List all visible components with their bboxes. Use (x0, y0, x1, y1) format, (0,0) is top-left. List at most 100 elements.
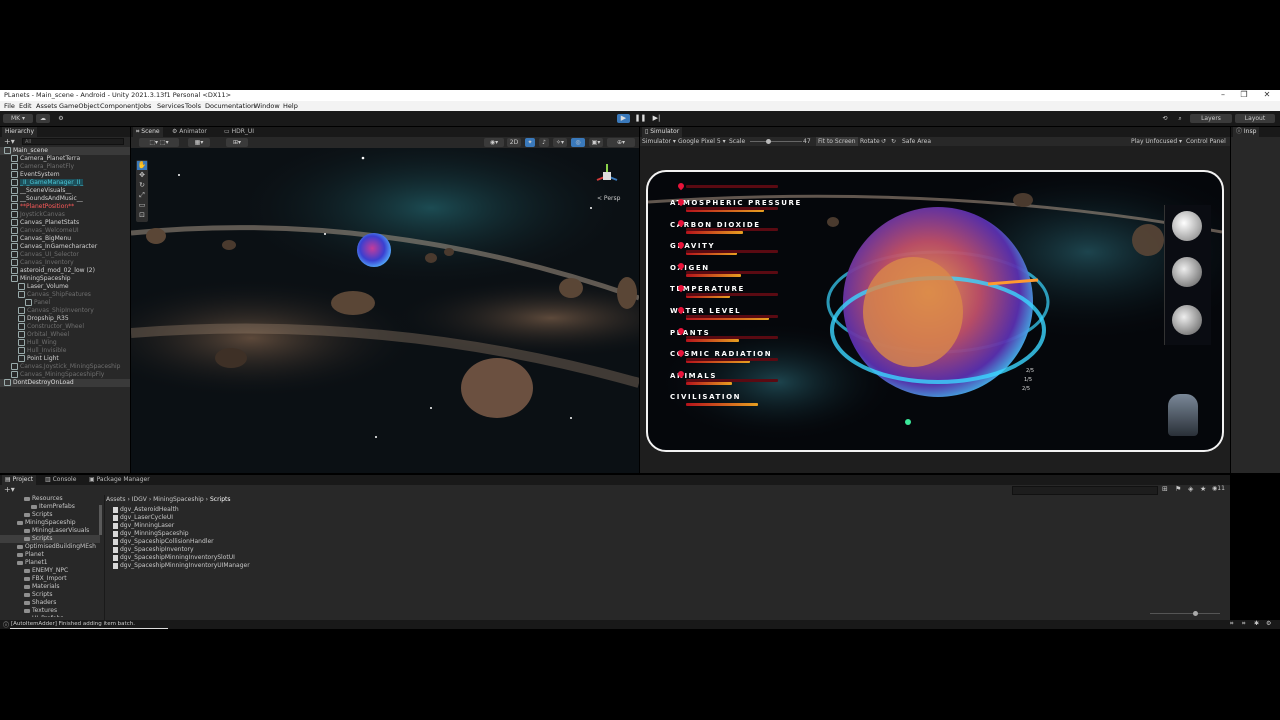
status-message[interactable]: [AutoItemAdder] Finished adding item bat… (11, 621, 135, 627)
hierarchy-item[interactable]: Panel (0, 299, 130, 307)
scale-slider-handle[interactable] (766, 139, 771, 144)
tab-inspector[interactable]: ⓘ Insp (1233, 127, 1260, 137)
hierarchy-item[interactable]: Canvas_UI_Selector (0, 251, 130, 259)
hierarchy-item[interactable]: MiningSpaceship (0, 275, 130, 283)
audio-toggle-icon[interactable]: ♪ (539, 138, 549, 147)
grid-snap-button[interactable]: ▦▾ (188, 138, 210, 147)
pause-button[interactable]: ❚❚ (634, 114, 647, 123)
projection-label[interactable]: < Persp (597, 195, 620, 202)
rect-tool-icon[interactable]: ▭ (137, 201, 147, 210)
project-folder[interactable]: Resources (0, 495, 100, 503)
project-folder[interactable]: MiningLaserVisuals (0, 527, 100, 535)
asteroid-large[interactable] (461, 358, 533, 418)
tab-console[interactable]: ▥ Console (42, 475, 79, 485)
hierarchy-item[interactable]: __SoundsAndMusic__ (0, 195, 130, 203)
project-folder[interactable]: FBX_Import (0, 575, 100, 583)
cloud-icon[interactable]: ☁ (36, 114, 50, 123)
project-search-input[interactable] (1012, 486, 1158, 495)
project-folder[interactable]: OptimisedBuildingMEsh (0, 543, 100, 551)
rotate-tool-icon[interactable]: ↻ (137, 181, 147, 190)
project-folder[interactable]: Textures (0, 607, 100, 615)
account-dropdown[interactable]: MK ▾ (3, 114, 33, 123)
breadcrumb-idgv[interactable]: IDGV (132, 496, 147, 503)
icon-size-slider[interactable] (1150, 613, 1220, 614)
hierarchy-item[interactable]: Hull_Wing (0, 339, 130, 347)
hierarchy-item[interactable]: Canvas_MiningSpaceshipFly (0, 371, 130, 379)
scale-tool-icon[interactable]: ⤢ (137, 191, 147, 200)
script-file[interactable]: dgv_AsteroidHealth (113, 506, 179, 514)
hierarchy-item[interactable]: Laser_Volume (0, 283, 130, 291)
project-folder[interactable]: Scripts (0, 511, 100, 519)
script-file[interactable]: dgv_SpaceshipMinningInventoryUIManager (113, 562, 250, 570)
hierarchy-item[interactable]: Canvas_BigMenu (0, 235, 130, 243)
hierarchy-item[interactable]: Canvas.Joystick_MiningSpaceship (0, 363, 130, 371)
cache-icon[interactable]: ⌗ (1230, 620, 1233, 628)
layout-dropdown[interactable]: Layout (1235, 114, 1275, 123)
shading-mode-button[interactable]: ◉▾ (484, 138, 504, 147)
project-folder[interactable]: Scripts (0, 535, 100, 543)
lighting-toggle-icon[interactable]: ✦ (525, 138, 535, 147)
move-tool-icon[interactable]: ✥ (137, 171, 147, 180)
hierarchy-item[interactable]: **PlanetPosition** (0, 203, 130, 211)
tab-simulator[interactable]: ▯ Simulator (642, 127, 683, 137)
project-folder[interactable]: Scripts (0, 591, 100, 599)
asteroid-slot-3[interactable] (1172, 305, 1202, 335)
fit-to-screen-button[interactable]: Fit to Screen (816, 137, 858, 146)
increment-snap-button[interactable]: ⊞▾ (226, 138, 248, 147)
menu-documentation[interactable]: Documentation (205, 102, 255, 110)
menu-assets[interactable]: Assets (36, 102, 57, 110)
search-icon[interactable]: ⌕ (1175, 114, 1185, 123)
hierarchy-item[interactable]: Canvas_ShipInventory (0, 307, 130, 315)
device-screen[interactable]: ATMOSPHERIC PRESSURE CARBON DIOXIDE GRAVIT… (646, 170, 1224, 452)
transform-tool-icon[interactable]: ⊡ (137, 211, 147, 220)
menu-gameobject[interactable]: GameObject (59, 102, 100, 110)
create-icon[interactable]: +▾ (4, 485, 15, 494)
safe-area-toggle[interactable]: Safe Area (902, 137, 931, 146)
menu-window[interactable]: Window (254, 102, 280, 110)
project-folder[interactable]: Planet1 (0, 559, 100, 567)
hierarchy-item[interactable]: Canvas_PlanetStats (0, 219, 130, 227)
project-folder[interactable]: ENEMY_NPC (0, 567, 100, 575)
camera-settings-icon[interactable]: ▣▾ (589, 138, 603, 147)
simulator-mode-dropdown[interactable]: Simulator ▾ (642, 137, 676, 146)
character-avatar[interactable] (1168, 394, 1198, 436)
hierarchy-item[interactable]: Canvas_InGamecharacter (0, 243, 130, 251)
favorite-icon[interactable]: ★ (1200, 485, 1206, 493)
hierarchy-item[interactable]: Canvas_Inventory (0, 259, 130, 267)
history-icon[interactable]: ⟲ (1160, 114, 1170, 123)
breadcrumb-scripts[interactable]: Scripts (210, 496, 231, 503)
layers-dropdown[interactable]: Layers (1190, 114, 1232, 123)
project-folder[interactable]: ItemPrefabs (0, 503, 100, 511)
script-file[interactable]: dgv_SpaceshipCollisionHandler (113, 538, 214, 546)
script-file[interactable]: dgv_SpaceshipMinningInventorySlotUI (113, 554, 235, 562)
add-icon[interactable]: +▾ (4, 137, 15, 146)
hierarchy-item[interactable]: Point Light (0, 355, 130, 363)
hierarchy-item[interactable]: EventSystem (0, 171, 130, 179)
hierarchy-item[interactable]: _II_GameManager_II_ (0, 179, 130, 187)
scale-slider[interactable] (750, 141, 802, 142)
minimize-button[interactable]: – (1212, 90, 1234, 99)
script-file[interactable]: dgv_MinningSpaceship (113, 530, 189, 538)
menu-edit[interactable]: Edit (19, 102, 32, 110)
network-icon[interactable]: ⌗ (1242, 620, 1245, 628)
tab-animator[interactable]: ⚙ Animator (169, 127, 210, 137)
play-button[interactable]: ▶ (617, 114, 630, 123)
menu-file[interactable]: File (4, 102, 15, 110)
settings-icon[interactable]: ⚙ (1266, 620, 1271, 627)
asteroid-slot-1[interactable] (1172, 211, 1202, 241)
hierarchy-item[interactable]: __SceneVisuals__ (0, 187, 130, 195)
menu-jobs[interactable]: Jobs (138, 102, 151, 110)
tab-package-manager[interactable]: ▣ Package Manager (86, 475, 153, 485)
tab-hierarchy[interactable]: Hierarchy (2, 127, 38, 137)
hierarchy-item[interactable]: Orbital_Wheel (0, 331, 130, 339)
project-folder[interactable]: Planet (0, 551, 100, 559)
2d-toggle[interactable]: 2D (507, 138, 521, 147)
script-file[interactable]: dgv_LaserCycleUI (113, 514, 173, 522)
play-mode-dropdown[interactable]: Play Unfocused ▾ (1131, 137, 1182, 146)
tab-project[interactable]: ▤ Project (2, 475, 37, 485)
collab-icon[interactable]: ⚙ (55, 114, 67, 123)
menu-help[interactable]: Help (283, 102, 298, 110)
scale-value[interactable]: 47 (803, 137, 811, 146)
orientation-gizmo-icon[interactable] (593, 161, 629, 191)
rotate-right-icon[interactable]: ↻ (891, 137, 896, 146)
